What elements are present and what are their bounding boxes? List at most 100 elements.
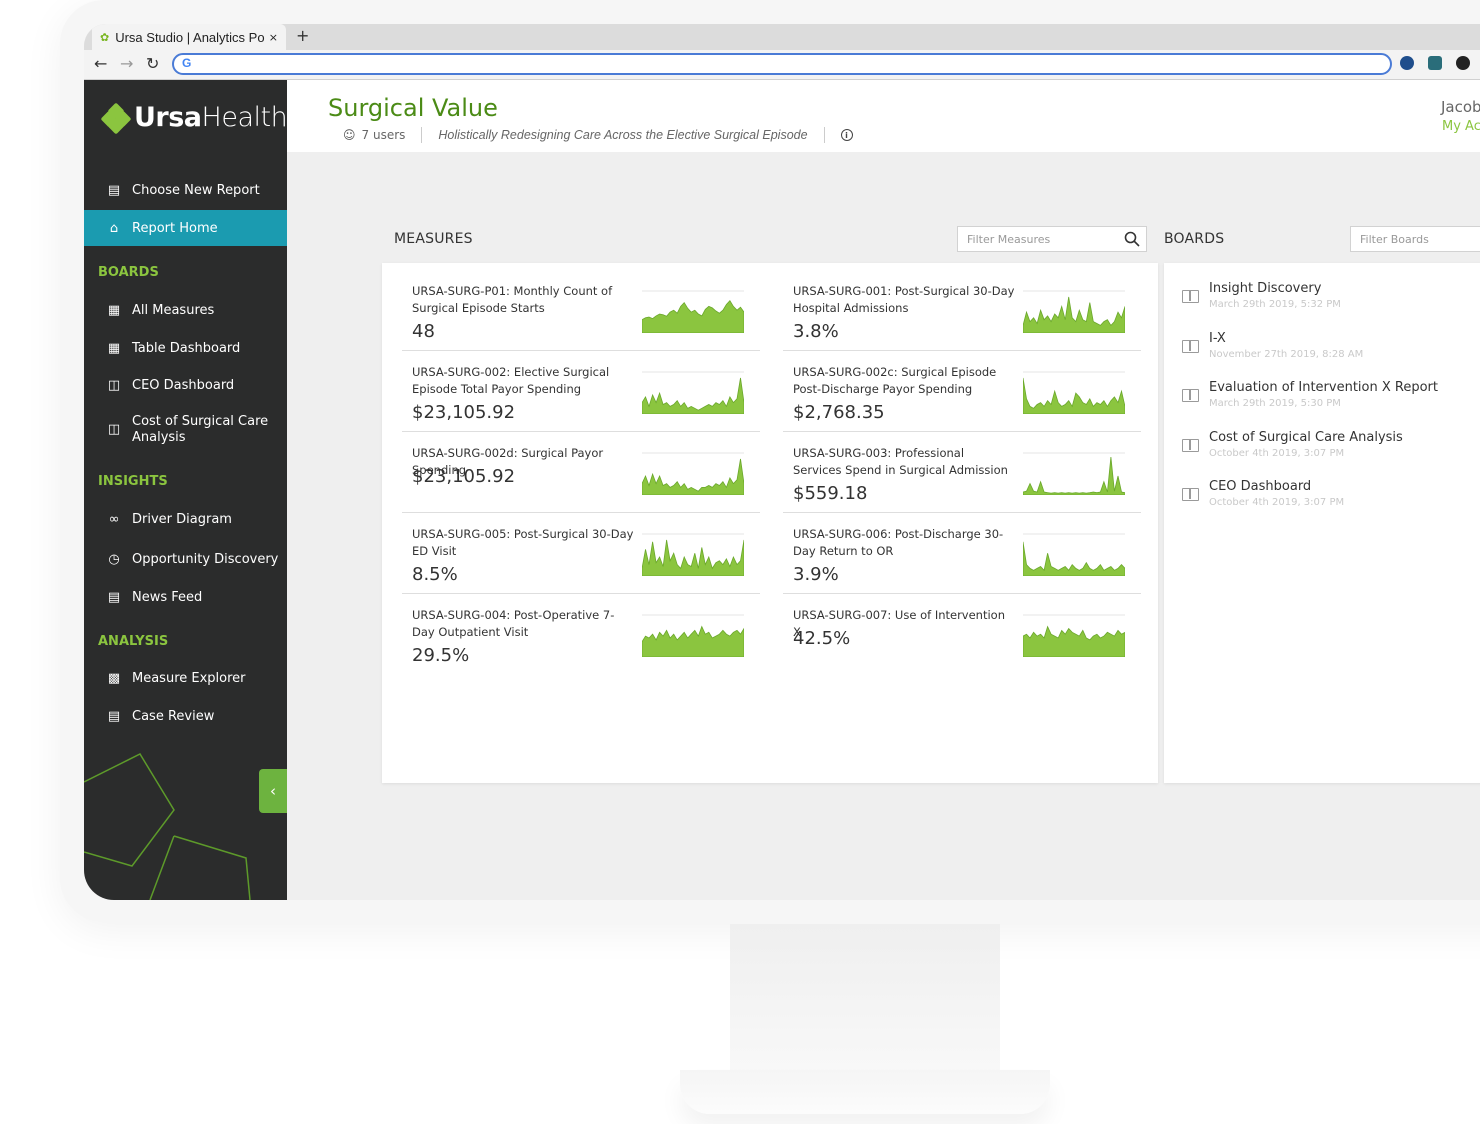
board-date: March 29th 2019, 5:32 PM: [1209, 299, 1341, 310]
board-icon: [1182, 488, 1199, 502]
user-count[interactable]: 7 users: [362, 128, 406, 142]
sidebar-item-opportunity-discovery[interactable]: ◷ Opportunity Discovery: [84, 541, 287, 577]
reload-icon[interactable]: ↻: [146, 54, 159, 73]
sidebar-item-choose-new-report[interactable]: ▤ Choose New Report: [84, 172, 287, 208]
measure-title: URSA-SURG-005: Post-Surgical 30-Day ED V…: [412, 527, 634, 558]
ursa-health-logo[interactable]: Ursa Health: [100, 102, 287, 134]
extension-icon-2[interactable]: [1428, 56, 1442, 70]
sidebar-item-cost-of-surgical-care-analysis[interactable]: ◫ Cost of Surgical Care Analysis: [84, 408, 287, 452]
sparkline-chart: [642, 371, 744, 414]
measure-card[interactable]: URSA-SURG-003: Professional Services Spe…: [783, 431, 1141, 513]
measure-card[interactable]: URSA-SURG-007: Use of Intervention X 42.5…: [783, 593, 1141, 675]
board-icon: [1182, 438, 1199, 452]
user-icon: ☺: [343, 128, 356, 142]
board-list-item[interactable]: Evaluation of Intervention X Report March…: [1164, 380, 1464, 420]
google-icon: G: [182, 56, 192, 70]
sidebar-item-label: CEO Dashboard: [132, 377, 235, 393]
sidebar-item-report-home[interactable]: ⌂ Report Home: [84, 210, 287, 246]
section-analysis-heading: ANALYSIS: [98, 634, 169, 649]
sidebar-item-label: News Feed: [132, 589, 203, 605]
address-bar[interactable]: G: [172, 53, 1392, 75]
back-arrow-icon[interactable]: ←: [94, 54, 107, 73]
measure-value: $2,768.35: [793, 402, 885, 423]
measure-card[interactable]: URSA-SURG-002d: Surgical Payor Spending $…: [402, 431, 760, 513]
extension-icon-3[interactable]: [1456, 56, 1470, 70]
news-icon: ▤: [107, 589, 121, 605]
measure-card[interactable]: URSA-SURG-005: Post-Surgical 30-Day ED V…: [402, 512, 760, 594]
measure-card[interactable]: URSA-SURG-001: Post-Surgical 30-Day Hosp…: [783, 269, 1141, 351]
report-subline: ☺ 7 users Holistically Redesigning Care …: [343, 127, 853, 143]
measure-value: 8.5%: [412, 564, 458, 585]
table-icon: ▦: [107, 340, 121, 356]
chart-icon: ▩: [107, 670, 121, 686]
board-list-item[interactable]: CEO Dashboard October 4th 2019, 3:07 PM: [1164, 479, 1464, 519]
sidebar-item-label: Table Dashboard: [132, 340, 241, 356]
browser-tab[interactable]: ✿ Ursa Studio | Analytics Po ×: [92, 24, 286, 50]
report-description: Holistically Redesigning Care Across the…: [438, 128, 808, 142]
sparkline-chart: [642, 290, 744, 333]
sparkline-area: [642, 377, 744, 414]
measure-card[interactable]: URSA-SURG-006: Post-Discharge 30-Day Ret…: [783, 512, 1141, 594]
boards-heading: BOARDS: [1164, 231, 1225, 247]
browser-toolbar: ← → ↻ G: [84, 50, 1480, 80]
sidebar-item-table-dashboard[interactable]: ▦ Table Dashboard: [84, 330, 287, 366]
board-icon: [1182, 389, 1199, 403]
sidebar-item-label: All Measures: [132, 302, 215, 318]
boards-panel: Insight Discovery March 29th 2019, 5:32 P…: [1164, 263, 1480, 783]
sidebar-item-driver-diagram[interactable]: ∞ Driver Diagram: [84, 501, 287, 537]
new-tab-button[interactable]: +: [296, 26, 309, 45]
measure-title: URSA-SURG-004: Post-Operative 7-Day Outp…: [412, 608, 615, 639]
sparkline-area: [1023, 296, 1125, 333]
filter-boards-input[interactable]: Filter Boards: [1350, 226, 1480, 252]
sidebar-item-label: Case Review: [132, 708, 215, 724]
extension-icon-1[interactable]: [1400, 56, 1414, 70]
measure-value: $23,105.92: [412, 466, 516, 487]
sparkline-chart: [1023, 452, 1125, 495]
measure-value: $23,105.92: [412, 402, 516, 423]
measure-card[interactable]: URSA-SURG-004: Post-Operative 7-Day Outp…: [402, 593, 760, 675]
board-icon: ◫: [107, 377, 121, 393]
monitor-stand-neck: [730, 924, 1000, 1072]
sidebar-item-ceo-dashboard[interactable]: ◫ CEO Dashboard: [84, 367, 287, 403]
filter-placeholder: Filter Measures: [967, 233, 1051, 246]
tab-close-icon[interactable]: ×: [269, 31, 278, 44]
monitor-screen: ✿ Ursa Studio | Analytics Po × + ← → ↻ G: [84, 24, 1480, 900]
sparkline-chart: [1023, 371, 1125, 414]
board-date: March 29th 2019, 5:30 PM: [1209, 398, 1341, 410]
board-icon: ◫: [107, 422, 121, 437]
sidebar-item-measure-explorer[interactable]: ▩ Measure Explorer: [84, 660, 287, 696]
sidebar-item-news-feed[interactable]: ▤ News Feed: [84, 579, 287, 615]
measure-title: URSA-SURG-P01: Monthly Count of Surgical…: [412, 284, 613, 315]
measure-value: $559.18: [793, 483, 868, 504]
sidebar-item-all-measures[interactable]: ▦ All Measures: [84, 292, 287, 328]
forward-arrow-icon[interactable]: →: [120, 54, 133, 73]
board-list-item[interactable]: Insight Discovery March 29th 2019, 5:32 P…: [1164, 281, 1464, 321]
home-icon: ⌂: [109, 220, 119, 236]
my-account-link[interactable]: My Acc: [1442, 119, 1480, 134]
sparkline-chart: [1023, 290, 1125, 333]
sidebar-collapse-button[interactable]: ‹: [259, 769, 287, 813]
measure-title: URSA-SURG-001: Post-Surgical 30-Day Hosp…: [793, 284, 1015, 315]
sidebar-item-case-review[interactable]: ▤ Case Review: [84, 698, 287, 734]
measure-card[interactable]: URSA-SURG-002c: Surgical Episode Post-Di…: [783, 350, 1141, 432]
board-name: Insight Discovery: [1209, 281, 1322, 296]
board-date: October 4th 2019, 3:07 PM: [1209, 447, 1345, 459]
sidebar-item-label: Report Home: [132, 220, 218, 236]
section-insights-heading: INSIGHTS: [98, 474, 168, 489]
info-icon[interactable]: i: [840, 129, 853, 141]
measures-heading: MEASURES: [394, 231, 473, 247]
browser-tab-bar: ✿ Ursa Studio | Analytics Po × +: [84, 24, 1480, 50]
sparkline-area: [642, 458, 744, 495]
board-list-item[interactable]: I-X November 27th 2019, 8:28 AM: [1164, 331, 1464, 371]
sidebar-item-label: Cost of Surgical Care Analysis: [132, 414, 269, 445]
measure-card[interactable]: URSA-SURG-P01: Monthly Count of Surgical…: [402, 269, 760, 351]
measure-title: URSA-SURG-002: Elective Surgical Episode…: [412, 365, 610, 396]
divider: [823, 127, 825, 143]
ursa-logo-mark-icon: [100, 102, 132, 134]
sidebar: Ursa Health ▤ Choose New Report ⌂ Report…: [84, 80, 287, 900]
board-list-item[interactable]: Cost of Surgical Care Analysis October 4t…: [1164, 430, 1464, 470]
board-icon: [1182, 290, 1199, 303]
filter-measures-input[interactable]: Filter Measures: [957, 226, 1147, 252]
search-icon[interactable]: [1124, 231, 1140, 247]
measure-card[interactable]: URSA-SURG-002: Elective Surgical Episode…: [402, 350, 760, 432]
